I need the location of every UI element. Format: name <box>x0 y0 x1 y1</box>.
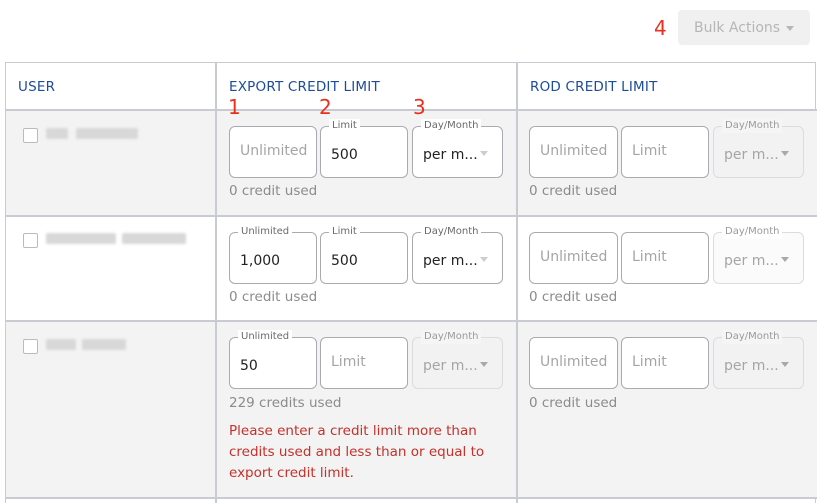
export-unlimited-field[interactable]: Unlimited <box>229 126 317 178</box>
rod-period-select[interactable]: Day/Month per m... <box>713 119 804 178</box>
credit-limits-table: USER EXPORT CREDIT LIMIT ROD CREDIT LIMI… <box>5 62 817 503</box>
export-period-value: per m... <box>423 253 478 269</box>
annotation-marker-1: 1 <box>228 95 241 119</box>
chevron-down-icon <box>480 257 488 262</box>
rod-period-value: per m... <box>724 358 779 374</box>
export-credits-used: 0 credit used <box>229 289 318 305</box>
export-limit-field[interactable]: Limit 500 <box>320 119 408 178</box>
export-credits-used: 0 credit used <box>229 183 318 199</box>
column-divider <box>215 63 217 503</box>
rod-limit-field[interactable]: Limit <box>621 232 709 284</box>
rod-unlimited-placeholder: Unlimited <box>540 249 608 265</box>
bulk-actions-button[interactable]: Bulk Actions <box>678 10 810 45</box>
export-limit-label: Limit <box>329 119 360 133</box>
rod-unlimited-field[interactable]: Unlimited <box>529 232 618 284</box>
rod-period-label: Day/Month <box>722 119 783 133</box>
row-divider <box>6 497 817 499</box>
rod-unlimited-placeholder: Unlimited <box>540 354 608 370</box>
chevron-down-icon <box>480 362 488 367</box>
export-unlimited-field[interactable]: Unlimited 50 <box>229 330 317 389</box>
rod-period-label: Day/Month <box>722 330 783 344</box>
export-unlimited-label: Unlimited <box>238 225 293 239</box>
rod-credits-used: 0 credit used <box>529 183 618 199</box>
export-period-label: Day/Month <box>421 225 482 239</box>
export-unlimited-placeholder: Unlimited <box>240 143 308 159</box>
rod-period-value: per m... <box>724 147 779 163</box>
rod-limit-field[interactable]: Limit <box>621 337 709 389</box>
column-header-export-credit-limit: EXPORT CREDIT LIMIT <box>229 78 380 95</box>
rod-credits-used: 0 credit used <box>529 395 618 411</box>
redacted-user-name <box>46 128 68 139</box>
chevron-down-icon <box>781 151 789 156</box>
rod-period-label: Day/Month <box>722 225 783 239</box>
chevron-down-icon <box>781 257 789 262</box>
annotation-marker-4: 4 <box>654 16 667 40</box>
rod-credits-used: 0 credit used <box>529 289 618 305</box>
export-limit-field[interactable]: Limit 500 <box>320 225 408 284</box>
rod-limit-placeholder: Limit <box>632 143 667 159</box>
export-unlimited-field[interactable]: Unlimited 1,000 <box>229 225 317 284</box>
column-divider <box>516 63 518 503</box>
export-period-select[interactable]: Day/Month per m... <box>412 119 503 178</box>
export-period-select[interactable]: Day/Month per m... <box>412 330 503 389</box>
rod-unlimited-field[interactable]: Unlimited <box>529 337 618 389</box>
row-select-checkbox[interactable] <box>23 128 38 143</box>
redacted-user-name <box>76 128 138 139</box>
export-period-value: per m... <box>423 358 478 374</box>
export-unlimited-value: 50 <box>240 358 258 374</box>
row-divider <box>6 215 817 217</box>
redacted-user-name <box>46 339 76 350</box>
export-period-label: Day/Month <box>421 330 482 344</box>
rod-limit-placeholder: Limit <box>632 354 667 370</box>
row-divider <box>6 320 817 322</box>
export-period-label: Day/Month <box>421 119 482 133</box>
row-select-checkbox[interactable] <box>23 339 38 354</box>
column-header-user: USER <box>18 78 56 95</box>
rod-unlimited-placeholder: Unlimited <box>540 143 608 159</box>
bulk-actions-label: Bulk Actions <box>694 19 781 36</box>
row-select-checkbox[interactable] <box>23 233 38 248</box>
chevron-down-icon <box>480 151 488 156</box>
export-limit-placeholder: Limit <box>331 354 366 370</box>
rod-period-value: per m... <box>724 253 779 269</box>
export-limit-error-message: Please enter a credit limit more than cr… <box>229 423 485 481</box>
export-limit-value: 500 <box>331 147 358 163</box>
export-limit-value: 500 <box>331 253 358 269</box>
row-divider <box>6 109 817 111</box>
chevron-down-icon <box>786 26 794 31</box>
redacted-user-name <box>82 339 126 350</box>
rod-period-select[interactable]: Day/Month per m... <box>713 225 804 284</box>
export-limit-field[interactable]: Limit <box>320 337 408 389</box>
redacted-user-name <box>46 233 116 244</box>
export-period-value: per m... <box>423 147 478 163</box>
chevron-down-icon <box>781 362 789 367</box>
rod-limit-field[interactable]: Limit <box>621 126 709 178</box>
annotation-marker-3: 3 <box>413 95 426 119</box>
export-period-select[interactable]: Day/Month per m... <box>412 225 503 284</box>
export-credits-used: 229 credits used <box>229 395 342 411</box>
export-unlimited-value: 1,000 <box>240 253 281 269</box>
rod-limit-placeholder: Limit <box>632 249 667 265</box>
column-header-rod-credit-limit: ROD CREDIT LIMIT <box>530 78 658 95</box>
redacted-user-name <box>122 233 186 244</box>
rod-period-select[interactable]: Day/Month per m... <box>713 330 804 389</box>
toolbar: 4 Bulk Actions <box>0 0 820 62</box>
export-unlimited-label: Unlimited <box>238 330 293 344</box>
annotation-marker-2: 2 <box>319 95 332 119</box>
rod-unlimited-field[interactable]: Unlimited <box>529 126 618 178</box>
export-limit-label: Limit <box>329 225 360 239</box>
